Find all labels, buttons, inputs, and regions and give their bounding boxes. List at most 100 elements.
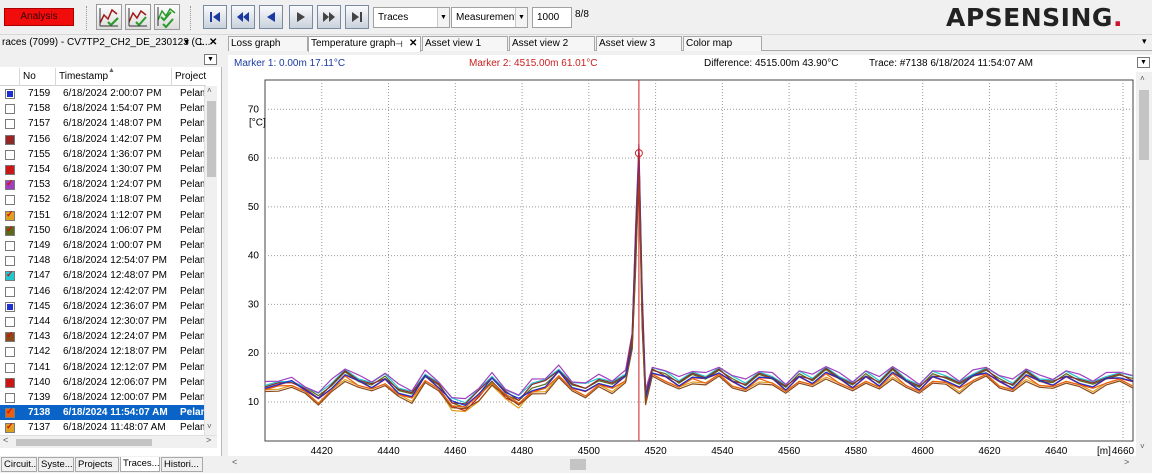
- tab-asset-view-1[interactable]: Asset view 1: [422, 36, 508, 51]
- scroll-down-icon[interactable]: ˅: [207, 422, 212, 431]
- play-button[interactable]: [289, 5, 313, 29]
- trace-graph-check-button[interactable]: [96, 4, 122, 30]
- trace-row[interactable]: 7142 6/18/2024 12:18:07 PM Pelam: [0, 344, 204, 359]
- previous-trace-button[interactable]: [259, 5, 283, 29]
- trace-row[interactable]: 7155 6/18/2024 1:36:07 PM Pelam: [0, 147, 204, 162]
- trace-row[interactable]: ✓ 7143 6/18/2024 12:24:07 PM Pelam: [0, 329, 204, 344]
- header-timestamp[interactable]: Timestamp ▲: [56, 67, 172, 86]
- trace-checkbox[interactable]: [5, 195, 15, 206]
- graph-horizontal-scrollbar[interactable]: < >: [228, 456, 1136, 473]
- trace-row[interactable]: ✓ 7147 6/18/2024 12:48:07 PM Pelam: [0, 268, 204, 283]
- scroll-thumb[interactable]: [207, 101, 216, 177]
- trace-row[interactable]: ✓ 7153 6/18/2024 1:24:07 PM Pelam: [0, 177, 204, 192]
- last-trace-button[interactable]: [345, 5, 369, 29]
- scroll-right-icon[interactable]: >: [206, 435, 211, 445]
- trace-row[interactable]: ✓ 7137 6/18/2024 11:48:07 AM Pelam: [0, 420, 204, 435]
- trace-checkbox[interactable]: ✓: [5, 406, 15, 419]
- trace-checkbox[interactable]: [5, 393, 15, 403]
- graph-vertical-scrollbar[interactable]: ˄ ˅: [1136, 72, 1152, 456]
- trace-checkbox[interactable]: ✓: [5, 178, 15, 191]
- trace-row[interactable]: 7159 6/18/2024 2:00:07 PM Pelam: [0, 86, 204, 101]
- trace-checkbox[interactable]: ✓: [5, 224, 15, 236]
- tab-asset-view-2[interactable]: Asset view 2: [509, 36, 595, 51]
- analysis-button[interactable]: Analysis: [4, 8, 74, 26]
- scroll-down-icon[interactable]: ˅: [1140, 442, 1145, 451]
- trace-row[interactable]: ✓ 7151 6/18/2024 1:12:07 PM Pelam: [0, 208, 204, 223]
- scroll-thumb[interactable]: [1139, 90, 1149, 160]
- trace-checkbox[interactable]: [5, 119, 15, 130]
- pin-icon[interactable]: ⊥: [196, 35, 205, 51]
- scroll-left-icon[interactable]: <: [3, 435, 8, 445]
- trace-checkbox[interactable]: ✓: [5, 163, 15, 175]
- chevron-down-icon[interactable]: ▼: [437, 8, 449, 27]
- header-checkbox-col[interactable]: [0, 68, 20, 86]
- header-project[interactable]: Project: [172, 68, 208, 86]
- tab-temperature-graph[interactable]: Temperature graph ⊣ ✕: [308, 36, 421, 52]
- scroll-thumb[interactable]: [16, 439, 152, 446]
- header-no[interactable]: No: [20, 68, 56, 86]
- pin-icon[interactable]: ⊣: [395, 37, 403, 51]
- trace-row[interactable]: 7148 6/18/2024 12:54:07 PM Pelam: [0, 253, 204, 268]
- tab-overflow-icon[interactable]: ▾: [1142, 36, 1147, 47]
- trace-row[interactable]: 7141 6/18/2024 12:12:07 PM Pelam: [0, 360, 204, 375]
- close-icon[interactable]: ✕: [409, 37, 417, 51]
- trace-row[interactable]: 7146 6/18/2024 12:42:07 PM Pelam: [0, 284, 204, 299]
- trace-checkbox[interactable]: [5, 286, 15, 297]
- scroll-right-icon[interactable]: >: [1124, 457, 1129, 467]
- trace-checkbox[interactable]: ✓: [5, 269, 15, 282]
- tab-system[interactable]: Syste...: [38, 457, 74, 472]
- trace-checkbox[interactable]: [5, 241, 15, 251]
- scroll-left-icon[interactable]: <: [232, 457, 237, 467]
- fast-forward-button[interactable]: [317, 5, 341, 29]
- scroll-up-icon[interactable]: ˄: [1140, 74, 1145, 83]
- trace-checkbox[interactable]: ✓: [5, 330, 15, 343]
- trace-checkbox[interactable]: ✓: [5, 133, 15, 145]
- temperature-graph[interactable]: 4420 4440 4460 4480 4500 4520 4540 4560 4580 4600…: [228, 72, 1136, 457]
- trace-checkbox[interactable]: ✓: [5, 209, 15, 221]
- temperature-chart[interactable]: 4420 4440 4460 4480 4500 4520 4540 4560 4580 4600…: [228, 72, 1136, 457]
- trace-row[interactable]: 7145 6/18/2024 12:36:07 PM Pelam: [0, 299, 204, 314]
- rewind-button[interactable]: [231, 5, 255, 29]
- trace-row[interactable]: 7158 6/18/2024 1:54:07 PM Pelam: [0, 101, 204, 116]
- trace-checkbox[interactable]: [5, 149, 15, 160]
- tab-projects[interactable]: Projects: [75, 457, 119, 472]
- trace-checkbox[interactable]: [5, 256, 15, 267]
- trace-checkbox[interactable]: [5, 347, 15, 358]
- scroll-thumb[interactable]: [570, 459, 586, 470]
- filter-dropdown-button[interactable]: ▼: [204, 54, 217, 65]
- dropdown-icon[interactable]: ▾: [184, 35, 189, 51]
- trace-checkbox[interactable]: [5, 104, 15, 115]
- trace-checkbox[interactable]: [5, 362, 15, 373]
- tab-traces[interactable]: Traces...: [120, 457, 160, 472]
- trace-graph-compare-button[interactable]: [125, 4, 151, 30]
- trace-row[interactable]: 7139 6/18/2024 12:00:07 PM Pelam: [0, 390, 204, 405]
- tab-history[interactable]: Histori...: [161, 457, 203, 472]
- trace-row[interactable]: 7144 6/18/2024 12:30:07 PM Pelam: [0, 314, 204, 329]
- trace-checkbox[interactable]: [5, 301, 15, 312]
- trace-checkbox[interactable]: [5, 317, 15, 327]
- trace-row[interactable]: ✓ 7150 6/18/2024 1:06:07 PM Pelam: [0, 223, 204, 238]
- trace-checkbox[interactable]: [5, 89, 15, 99]
- trace-row[interactable]: 7149 6/18/2024 1:00:07 PM Pelam: [0, 238, 204, 253]
- traces-horizontal-scrollbar[interactable]: < >: [0, 435, 217, 448]
- trace-row[interactable]: ✓ 7156 6/18/2024 1:42:07 PM Pelam: [0, 132, 204, 147]
- traces-combo[interactable]: Traces ▼: [373, 7, 450, 28]
- trace-count-input[interactable]: 1000: [532, 7, 572, 28]
- tab-circuits[interactable]: Circuit...: [1, 457, 37, 472]
- scroll-up-icon[interactable]: ˄: [207, 86, 212, 95]
- traces-vertical-scrollbar[interactable]: ˄ ˅: [204, 86, 217, 435]
- measurement-combo[interactable]: Measurement ▼: [451, 7, 528, 28]
- trace-row[interactable]: ✓ 7138 6/18/2024 11:54:07 AM Pelam: [0, 405, 204, 421]
- chevron-down-icon[interactable]: ▼: [515, 8, 527, 27]
- trace-row[interactable]: ✓ 7140 6/18/2024 12:06:07 PM Pelam: [0, 375, 204, 390]
- trace-row[interactable]: ✓ 7154 6/18/2024 1:30:07 PM Pelam: [0, 162, 204, 177]
- close-icon[interactable]: ✕: [209, 35, 217, 51]
- tab-loss-graph[interactable]: Loss graph: [228, 36, 308, 51]
- trace-row[interactable]: 7157 6/18/2024 1:48:07 PM Pelam: [0, 116, 204, 131]
- trace-checkbox[interactable]: ✓: [5, 421, 15, 434]
- trace-graph-multi-button[interactable]: [154, 4, 180, 30]
- tab-asset-view-3[interactable]: Asset view 3: [596, 36, 682, 51]
- tab-color-map[interactable]: Color map: [683, 36, 762, 51]
- first-trace-button[interactable]: [203, 5, 227, 29]
- trace-row[interactable]: 7152 6/18/2024 1:18:07 PM Pelam: [0, 192, 204, 207]
